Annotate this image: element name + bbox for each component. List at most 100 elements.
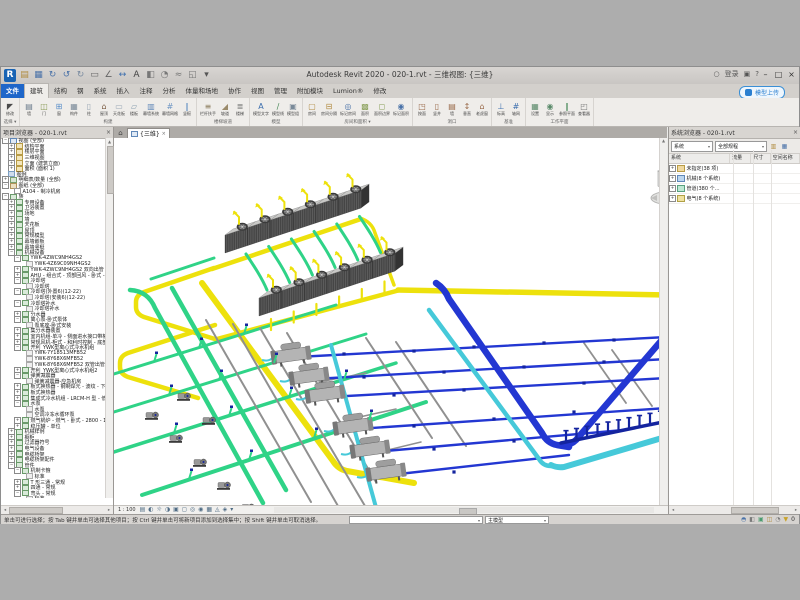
press-drag-icon[interactable]: ◔ (775, 516, 780, 524)
ribbon-button-房间分隔[interactable]: ⊟房间分隔 (320, 102, 338, 116)
close-icon[interactable]: × (793, 129, 798, 136)
view-dropdown[interactable]: 系统▾ (671, 141, 713, 152)
restore-button[interactable]: □ (773, 68, 784, 81)
tab-管理[interactable]: 管理 (269, 84, 292, 98)
view-scale-button[interactable]: 1 : 100 (118, 507, 136, 513)
scrollbar-thumb[interactable] (731, 507, 779, 514)
column-系统[interactable]: 系统 (669, 154, 730, 163)
ribbon-button-模型线[interactable]: ∕模型线 (271, 102, 285, 116)
ribbon-button-标高[interactable]: ⊥标高 (494, 102, 508, 116)
column-尺寸[interactable]: 尺寸 (751, 154, 770, 163)
scrollbar-thumb[interactable] (9, 507, 63, 514)
ribbon-button-模型文字[interactable]: A模型文字 (252, 102, 270, 116)
temporary-view-properties-icon[interactable]: ▦ (206, 506, 212, 514)
ribbon-button-垂直[interactable]: ↕垂直 (460, 102, 474, 116)
design-option-dropdown[interactable]: 主模型▾ (485, 516, 549, 524)
expander[interactable]: + (669, 175, 676, 182)
ribbon-button-标记房间[interactable]: ◎标记房间 (339, 102, 357, 116)
search-icon[interactable]: ○ (714, 70, 720, 78)
ribbon-button-楼板[interactable]: ▱楼板 (127, 102, 141, 116)
ribbon-button-面积[interactable]: ▩面积 (358, 102, 372, 116)
design-options-icon[interactable]: ▣ (758, 516, 764, 524)
drawing-vscrollbar[interactable]: ▲ (659, 138, 667, 506)
worksets-icon[interactable]: ◓ (741, 516, 746, 524)
tab-视图[interactable]: 视图 (246, 84, 269, 98)
ribbon-button-参照平面[interactable]: ∥参照平面 (558, 102, 576, 116)
detail-level-icon[interactable]: ▤ (140, 506, 146, 514)
ribbon-button-构件[interactable]: ▦构件 (67, 102, 81, 116)
tab-分析[interactable]: 分析 (158, 84, 181, 98)
crop-view-icon[interactable]: ▣ (173, 506, 179, 514)
analytical-model-icon[interactable]: ◬ (215, 506, 220, 514)
system-row[interactable]: +未指定(38 项) (669, 164, 800, 174)
ribbon-button-栏杆扶手[interactable]: ≡栏杆扶手 (199, 102, 217, 116)
system-row[interactable]: +电气(8 个系统) (669, 194, 800, 204)
constraints-icon[interactable]: ◈ (223, 506, 228, 514)
tab-结构[interactable]: 结构 (49, 84, 72, 98)
view-tab-3d[interactable]: {三维} × (127, 128, 170, 138)
more-icon[interactable]: ▾ (230, 506, 233, 514)
show-crop-icon[interactable]: ◻ (182, 506, 187, 514)
ribbon-button-竖井[interactable]: ▯竖井 (430, 102, 444, 116)
ribbon-button-楼梯[interactable]: ≣楼梯 (233, 102, 247, 116)
reveal-hidden-icon[interactable]: ◉ (198, 506, 203, 514)
ribbon-button-竖梃[interactable]: ‖竖梃 (180, 102, 194, 116)
ribbon-button-墙[interactable]: ▤墙 (22, 102, 36, 116)
expander[interactable]: + (669, 185, 676, 192)
ribbon-button-柱[interactable]: ▯柱 (82, 102, 96, 116)
system-row[interactable]: +管道(380 个… (669, 184, 800, 194)
ribbon-button-按面[interactable]: ◳按面 (415, 102, 429, 116)
tab-建筑[interactable]: 建筑 (24, 83, 49, 98)
ribbon-button-坡道[interactable]: ◢坡道 (218, 102, 232, 116)
system-row[interactable]: +机械(8 个系统) (669, 174, 800, 184)
ribbon-button-门[interactable]: ◫门 (37, 102, 51, 116)
ribbon-button-标记面积[interactable]: ◉标记面积 (392, 102, 410, 116)
ribbon-button-房间[interactable]: ▢房间 (305, 102, 319, 116)
project-browser-vscrollbar[interactable]: ▲ (105, 138, 113, 498)
tab-Lumion®[interactable]: Lumion® (328, 84, 368, 98)
close-icon[interactable]: × (106, 129, 111, 136)
scrollbar-thumb[interactable] (107, 146, 114, 194)
editable-only-icon[interactable]: ◧ (749, 516, 755, 524)
visual-style-icon[interactable]: ◐ (148, 506, 153, 514)
discipline-dropdown[interactable]: 全部规程▾ (715, 141, 767, 152)
ribbon-button-幕墙网格[interactable]: #幕墙网格 (161, 102, 179, 116)
expander[interactable]: + (669, 195, 676, 202)
ribbon-button-轴网[interactable]: #轴网 (509, 102, 523, 116)
tab-注释[interactable]: 注释 (135, 84, 158, 98)
help-icon[interactable]: ? (755, 70, 759, 78)
close-icon[interactable]: × (162, 131, 166, 137)
project-browser-hscrollbar[interactable]: ◂ ▸ (1, 505, 113, 514)
system-browser-header[interactable]: 系统浏览器 - 020-1.rvt × (669, 127, 800, 139)
ribbon-button-设置[interactable]: ▦设置 (528, 102, 542, 116)
ribbon-button-老虎窗[interactable]: ⌂老虎窗 (475, 102, 489, 116)
ribbon-button-墙[interactable]: ▤墙 (445, 102, 459, 116)
selection-count[interactable]: 0 (791, 516, 795, 524)
tab-附加模块[interactable]: 附加模块 (292, 84, 328, 98)
close-button[interactable]: × (786, 68, 797, 81)
app-store-icon[interactable]: ▣ (744, 70, 751, 78)
ribbon-button-面积边界[interactable]: ◻面积边界 (373, 102, 391, 116)
temporary-hide-isolate-icon[interactable]: ◎ (190, 506, 195, 514)
tab-钢[interactable]: 钢 (72, 84, 89, 98)
sun-path-icon[interactable]: ☼ (157, 506, 162, 514)
ribbon-button-查看器[interactable]: ◰查看器 (577, 102, 591, 116)
home-icon[interactable]: ⌂ (114, 128, 127, 138)
tab-系统[interactable]: 系统 (89, 84, 112, 98)
active-workset-dropdown[interactable]: ▾ (349, 516, 483, 524)
column-settings-icon[interactable]: ▦ (780, 142, 789, 151)
ribbon-button-窗[interactable]: ⊞窗 (52, 102, 66, 116)
tab-体量和场地[interactable]: 体量和场地 (181, 84, 224, 98)
shadows-icon[interactable]: ◑ (165, 506, 170, 514)
expander[interactable]: + (669, 165, 676, 172)
ribbon-button-修改[interactable]: ◤修改 (3, 102, 17, 116)
column-空间名称[interactable]: 空间名称 (771, 154, 800, 163)
tab-文件[interactable]: 文件 (1, 84, 24, 98)
model-canvas[interactable]: 上 前 ◍ ◌ ▾ (114, 138, 667, 506)
ribbon-button-模型组[interactable]: ▣模型组 (286, 102, 300, 116)
ribbon-button-天花板[interactable]: ▭天花板 (112, 102, 126, 116)
drawing-hscrollbar[interactable] (274, 507, 654, 513)
system-browser-hscrollbar[interactable]: ◂ ▸ (669, 505, 800, 514)
ribbon-button-幕墙系统[interactable]: ▥幕墙系统 (142, 102, 160, 116)
ribbon-button-显示[interactable]: ◉显示 (543, 102, 557, 116)
